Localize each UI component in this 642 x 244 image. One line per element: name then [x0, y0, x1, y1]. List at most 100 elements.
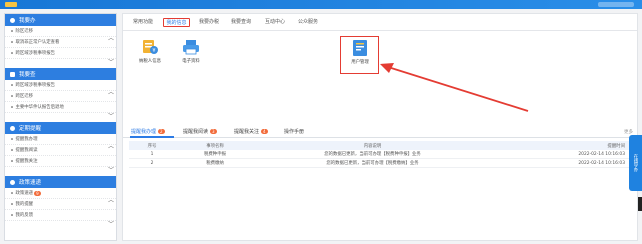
info-icon: [10, 17, 15, 23]
sidebar-item-label: 跨区域涉税事项报告: [15, 83, 56, 88]
bullet-icon: [11, 30, 13, 32]
sidebar-item[interactable]: 政策速递 9: [5, 188, 116, 199]
table-cell: 2022-02-14 10:16:03: [578, 151, 625, 157]
table-cell: 2: [150, 160, 154, 166]
sidebar-item-label: 我的提醒: [15, 202, 34, 207]
chevron-up-icon[interactable]: ︿: [108, 90, 114, 96]
bullet-icon: [11, 41, 13, 43]
chevron-down-icon[interactable]: ﹀: [108, 114, 114, 120]
sidebar-item-label: 取消非正常户认定查看: [15, 40, 60, 45]
sidebar-item-label: 除区迁移: [15, 29, 34, 34]
app-electronic-docs[interactable]: 电子资料: [181, 38, 201, 68]
tab-remind-read[interactable]: 提醒我阅读 3: [183, 128, 217, 135]
svg-text:¥: ¥: [152, 48, 155, 54]
bullet-icon: [11, 84, 13, 86]
column-header: 事项名称: [206, 143, 224, 149]
online-guide-button[interactable]: 在线导办: [629, 135, 642, 191]
top-header-bar: [0, 0, 642, 9]
sidebar-item-label: 主要中华件认报告后退地: [15, 105, 64, 110]
sidebar-item[interactable]: 提醒我关注: [5, 156, 116, 167]
bullet-icon: [11, 106, 13, 108]
count-badge: 4: [261, 129, 268, 134]
sidebar-item-label: 跨区迁移: [15, 94, 34, 99]
sidebar-item[interactable]: 跨区域涉税事项报告: [5, 48, 116, 59]
sidebar-section-header[interactable]: 我要办: [5, 14, 116, 26]
function-tabs: 常用功能 我的信息 我要办税 我要查询 互动中心 公众服务: [123, 14, 637, 31]
chevron-up-icon[interactable]: ︿: [108, 144, 114, 150]
chevron-down-icon[interactable]: ﹀: [108, 60, 114, 66]
sidebar-item-label: 政策速递: [15, 191, 34, 196]
sidebar-section-title: 定期提醒: [19, 126, 42, 132]
printer-icon: [183, 40, 199, 55]
sidebar-item[interactable]: 提醒我办理: [5, 134, 116, 145]
count-badge: 9: [34, 190, 41, 196]
bullet-icon: [11, 160, 13, 162]
chevron-down-icon[interactable]: ﹀: [108, 168, 114, 174]
sidebar-item-label: 跨区域涉税事项报告: [15, 51, 56, 56]
sidebar-item[interactable]: 跨区迁移: [5, 91, 116, 102]
sidebar-section-list: 政策速递 9 我的提醒 我的反馈 ︿ ﹀: [5, 188, 116, 230]
app-label: 电子资料: [182, 59, 200, 64]
tab-label: 提醒我阅读: [183, 129, 209, 135]
app-taxpayer-info[interactable]: ¥ 纳税人信息: [139, 38, 161, 68]
column-header: 内容说明: [363, 143, 382, 149]
sidebar-section-header[interactable]: 我要查: [5, 68, 116, 80]
sidebar-item-label: 提醒我办理: [15, 137, 38, 142]
tab-label: 操作手册: [284, 129, 305, 135]
bullet-icon: [11, 203, 13, 205]
sidebar-section-list: 跨区域涉税事项报告 跨区迁移 主要中华件认报告后退地 ︿ ﹀: [5, 80, 116, 122]
sidebar-section-header[interactable]: 政策速递: [5, 176, 116, 188]
main-panel: 常用功能 我的信息 我要办税 我要查询 互动中心 公众服务 ¥ 纳税人信息 电子…: [122, 13, 638, 241]
reminder-panel: 提醒我办理 2 提醒我阅读 3 提醒我关注 4 操作手册 更多 序号 事项名称 内容说…: [123, 124, 637, 240]
sidebar-section-list: 提醒我办理 提醒我阅读 提醒我关注 ︿ ﹀: [5, 134, 116, 176]
table-cell: 税费种申报: [204, 152, 226, 157]
table-cell: 税费缴纳: [206, 161, 224, 166]
bullet-icon: [11, 138, 13, 140]
tab-label: 提醒我办理: [131, 129, 157, 135]
tab-interaction-center[interactable]: 互动中心: [263, 18, 287, 27]
sidebar-item[interactable]: 跨区域涉税事项报告: [5, 80, 116, 91]
table-row[interactable]: 2 税费缴纳 您的数据已更新，当前可办理【税费缴纳】业务 2022-02-14 …: [129, 159, 633, 168]
app-label: 纳税人信息: [139, 59, 161, 64]
header-user-controls[interactable]: [598, 2, 634, 7]
active-tab-indicator: [130, 136, 174, 138]
table-header: 序号 事项名称 内容说明 提醒时间: [129, 141, 633, 150]
chevron-up-icon[interactable]: ︿: [108, 198, 114, 204]
table-cell: 1: [150, 151, 154, 157]
table-cell: 2022-02-14 10:16:03: [578, 160, 625, 166]
sidebar-item-label: 我的反馈: [15, 213, 34, 218]
bullet-icon: [11, 95, 13, 97]
sidebar-section-title: 我要办: [19, 18, 36, 24]
sidebar-section-title: 政策速递: [19, 180, 42, 186]
table-cell: 您的数据已更新，当前可办理【税费种申报】业务: [324, 152, 421, 157]
tab-common-functions[interactable]: 常用功能: [131, 18, 155, 27]
sidebar-item[interactable]: 取消非正常户认定查看: [5, 37, 116, 48]
sidebar-section-list: 除区迁移 取消非正常户认定查看 跨区域涉税事项报告 ︿ ﹀: [5, 26, 116, 68]
side-collapse-tab[interactable]: [638, 197, 642, 211]
sidebar-item[interactable]: 我的提醒: [5, 199, 116, 210]
tab-query[interactable]: 我要查询: [229, 18, 253, 27]
sidebar-item[interactable]: 我的反馈: [5, 210, 116, 221]
tab-public-service[interactable]: 公众服务: [296, 18, 320, 27]
sidebar-section-header[interactable]: 定期提醒: [5, 122, 116, 134]
bullet-icon: [11, 149, 13, 151]
tab-operation-manual[interactable]: 操作手册: [284, 128, 304, 135]
chevron-down-icon[interactable]: ﹀: [108, 222, 114, 228]
sidebar-item[interactable]: 除区迁移: [5, 26, 116, 37]
tab-remind-follow[interactable]: 提醒我关注 4: [234, 128, 268, 135]
tab-tax-handling[interactable]: 我要办税: [197, 18, 221, 27]
sidebar-section-title: 我要查: [19, 72, 36, 78]
table-row[interactable]: 1 税费种申报 您的数据已更新，当前可办理【税费种申报】业务 2022-02-1…: [129, 150, 633, 159]
tab-my-info[interactable]: 我的信息: [163, 18, 190, 27]
annotation-arrow-icon: [380, 63, 529, 112]
search-icon: [10, 71, 15, 77]
sidebar-item[interactable]: 提醒我阅读: [5, 145, 116, 156]
megaphone-icon: [10, 179, 15, 185]
sidebar-item-label: 提醒我阅读: [15, 148, 38, 153]
bell-icon: [10, 125, 15, 131]
tab-remind-handle[interactable]: 提醒我办理 2: [131, 128, 165, 135]
chevron-up-icon[interactable]: ︿: [108, 36, 114, 42]
sidebar-item[interactable]: 主要中华件认报告后退地: [5, 102, 116, 113]
sidebar-item-label: 提醒我关注: [15, 159, 38, 164]
bullet-icon: [11, 192, 13, 194]
